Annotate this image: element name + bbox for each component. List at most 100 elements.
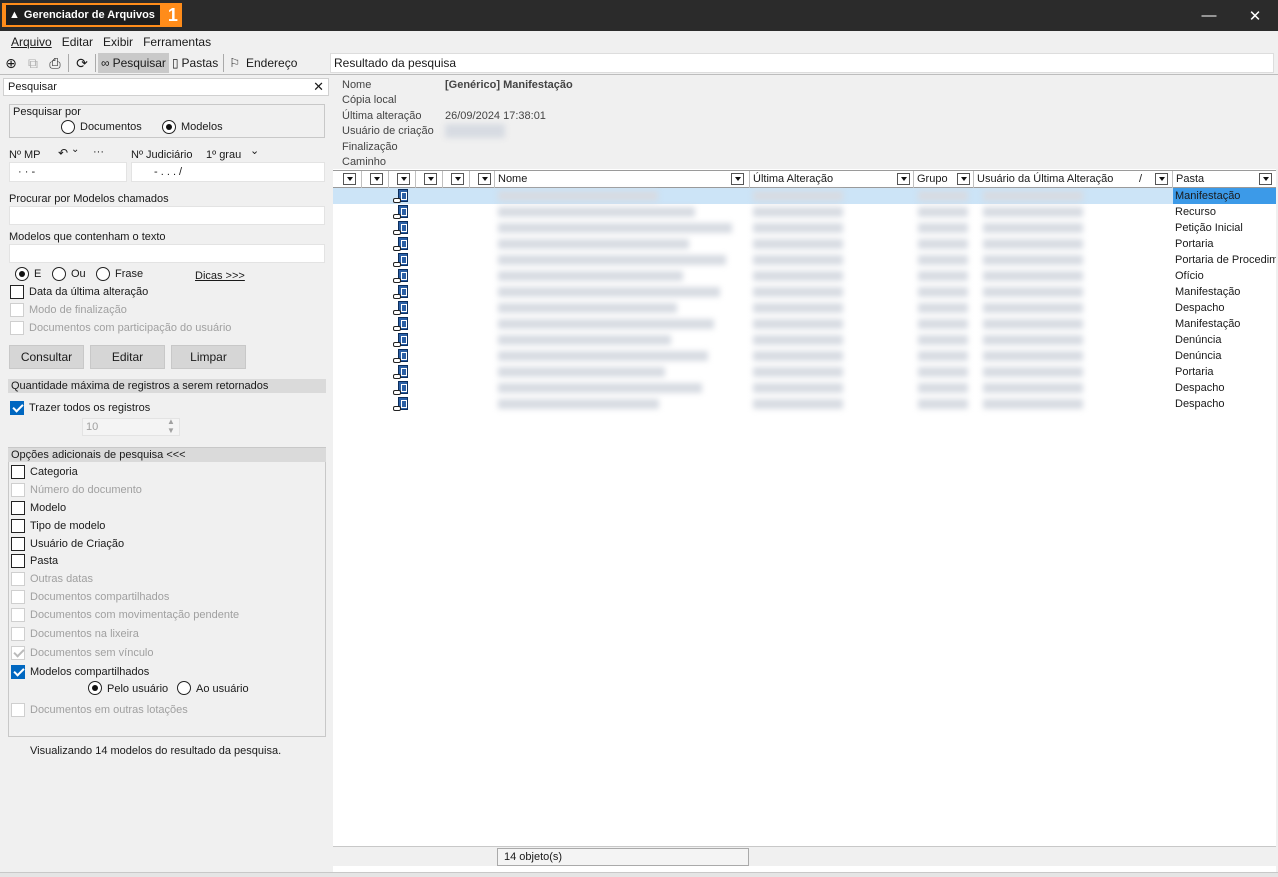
radio-documents[interactable] <box>61 120 75 134</box>
chevron-down-icon[interactable]: ⌄ <box>71 144 79 155</box>
checkbox-extra-option[interactable] <box>11 646 25 660</box>
minimize-button[interactable]: — <box>1186 0 1232 31</box>
table-row[interactable]: Petição Inicial <box>333 220 1276 236</box>
filter-dropdown-icon[interactable] <box>1155 173 1168 185</box>
menu-ferramentas[interactable]: Ferramentas <box>138 35 216 49</box>
col-filter-1[interactable] <box>333 171 362 188</box>
table-row[interactable]: Manifestação <box>333 316 1276 332</box>
checkbox-extra-option[interactable] <box>11 554 25 568</box>
table-row[interactable]: Despacho <box>333 380 1276 396</box>
table-row[interactable]: Manifestação <box>333 188 1276 204</box>
filter-dropdown-icon[interactable] <box>478 173 491 185</box>
checkbox-last-change[interactable] <box>10 285 24 299</box>
table-row[interactable]: Denúncia <box>333 332 1276 348</box>
more-icon[interactable]: ··· <box>93 146 104 158</box>
radio-models-label: Modelos <box>181 121 223 133</box>
close-pane-icon[interactable]: ✕ <box>313 79 324 95</box>
folders-toggle-button[interactable]: ▯ Pastas <box>169 53 221 73</box>
redacted-cell <box>498 367 665 377</box>
checkbox-extra-option[interactable] <box>11 465 25 479</box>
table-row[interactable]: Ofício <box>333 268 1276 284</box>
filter-dropdown-icon[interactable] <box>731 173 744 185</box>
chevron-down-icon[interactable]: ⌄ <box>250 144 259 157</box>
menu-editar[interactable]: Editar <box>57 35 98 49</box>
filter-dropdown-icon[interactable] <box>957 173 970 185</box>
checkbox-user-docs[interactable] <box>10 321 24 335</box>
checkbox-extra-option[interactable] <box>11 572 25 586</box>
checkbox-bring-all[interactable] <box>10 401 24 415</box>
radio-by-user[interactable] <box>88 681 102 695</box>
edit-button[interactable]: Editar <box>90 345 165 369</box>
redacted-cell <box>918 271 968 281</box>
extra-option-label: Categoria <box>30 466 78 478</box>
radio-phrase[interactable] <box>96 267 110 281</box>
checkbox-extra-option[interactable] <box>11 627 25 641</box>
table-row[interactable]: Portaria de Procedimento <box>333 252 1276 268</box>
spinner-down-icon[interactable]: ▼ <box>167 426 175 435</box>
spinner-up-icon[interactable]: ▲ <box>167 417 175 426</box>
clear-button[interactable]: Limpar <box>171 345 246 369</box>
filter-dropdown-icon[interactable] <box>424 173 437 185</box>
filter-dropdown-icon[interactable] <box>451 173 464 185</box>
judicial-input[interactable]: - . . . / <box>131 162 325 182</box>
checkbox-extra-option[interactable] <box>11 590 25 604</box>
refresh-icon[interactable]: ⟳ <box>71 53 93 73</box>
table-row[interactable]: Manifestação <box>333 284 1276 300</box>
checkbox-finalization-mode[interactable] <box>10 303 24 317</box>
new-document-icon[interactable]: ⊕ <box>0 53 22 73</box>
tips-link[interactable]: Dicas >>> <box>195 270 245 282</box>
address-input[interactable]: Resultado da pesquisa <box>330 53 1274 73</box>
checkbox-extra-option[interactable] <box>11 519 25 533</box>
filter-dropdown-icon[interactable] <box>1259 173 1272 185</box>
table-row[interactable]: Despacho <box>333 396 1276 412</box>
called-label: Procurar por Modelos chamados <box>9 193 169 205</box>
menu-exibir[interactable]: Exibir <box>98 35 138 49</box>
filter-dropdown-icon[interactable] <box>397 173 410 185</box>
col-pasta[interactable]: Pasta <box>1173 171 1276 188</box>
table-row[interactable]: Recurso <box>333 204 1276 220</box>
print-icon[interactable]: ⎙ <box>44 53 66 73</box>
redacted-cell <box>753 239 843 249</box>
copy-icon[interactable]: ⧉ <box>22 53 44 73</box>
consult-button[interactable]: Consultar <box>9 345 84 369</box>
mp-input[interactable]: · · - <box>9 162 127 182</box>
col-last-change[interactable]: Última Alteração <box>750 171 914 188</box>
col-group[interactable]: Grupo <box>914 171 974 188</box>
judicial-degree-select[interactable]: 1º grau <box>206 149 241 161</box>
col-name[interactable]: Nome <box>495 171 750 188</box>
col-filter-4b[interactable] <box>416 171 443 188</box>
extra-options-header[interactable]: Opções adicionais de pesquisa <<< <box>8 448 326 462</box>
col-filter-3[interactable] <box>389 171 416 188</box>
menu-arquivo[interactable]: Arquivo <box>6 35 57 49</box>
contains-input[interactable] <box>9 244 325 263</box>
redacted-cell <box>918 383 968 393</box>
undo-icon[interactable]: ↶ <box>58 146 68 160</box>
cell-pasta: Despacho <box>1175 382 1225 394</box>
checkbox-extra-option[interactable] <box>11 608 25 622</box>
radio-and[interactable] <box>15 267 29 281</box>
document-model-icon <box>393 365 409 380</box>
col-filter-5[interactable] <box>443 171 470 188</box>
radio-to-user[interactable] <box>177 681 191 695</box>
table-row[interactable]: Despacho <box>333 300 1276 316</box>
table-row[interactable]: Portaria <box>333 364 1276 380</box>
max-records-spinner[interactable]: 10 ▲ ▼ <box>82 417 180 436</box>
checkbox-other-units[interactable] <box>11 703 25 717</box>
checkbox-extra-option[interactable] <box>11 665 25 679</box>
table-row[interactable]: Denúncia <box>333 348 1276 364</box>
checkbox-extra-option[interactable] <box>11 501 25 515</box>
filter-dropdown-icon[interactable] <box>897 173 910 185</box>
radio-models[interactable] <box>162 120 176 134</box>
close-window-button[interactable]: ✕ <box>1232 0 1278 31</box>
col-filter-2[interactable] <box>362 171 389 188</box>
col-filter-6[interactable] <box>470 171 495 188</box>
called-input[interactable] <box>9 206 325 225</box>
col-last-user[interactable]: Usuário da Última Alteração / <box>974 171 1173 188</box>
filter-dropdown-icon[interactable] <box>370 173 383 185</box>
filter-dropdown-icon[interactable] <box>343 173 356 185</box>
search-toggle-button[interactable]: ∞ Pesquisar <box>98 53 169 73</box>
table-row[interactable]: Portaria <box>333 236 1276 252</box>
radio-or[interactable] <box>52 267 66 281</box>
checkbox-extra-option[interactable] <box>11 483 25 497</box>
checkbox-extra-option[interactable] <box>11 537 25 551</box>
